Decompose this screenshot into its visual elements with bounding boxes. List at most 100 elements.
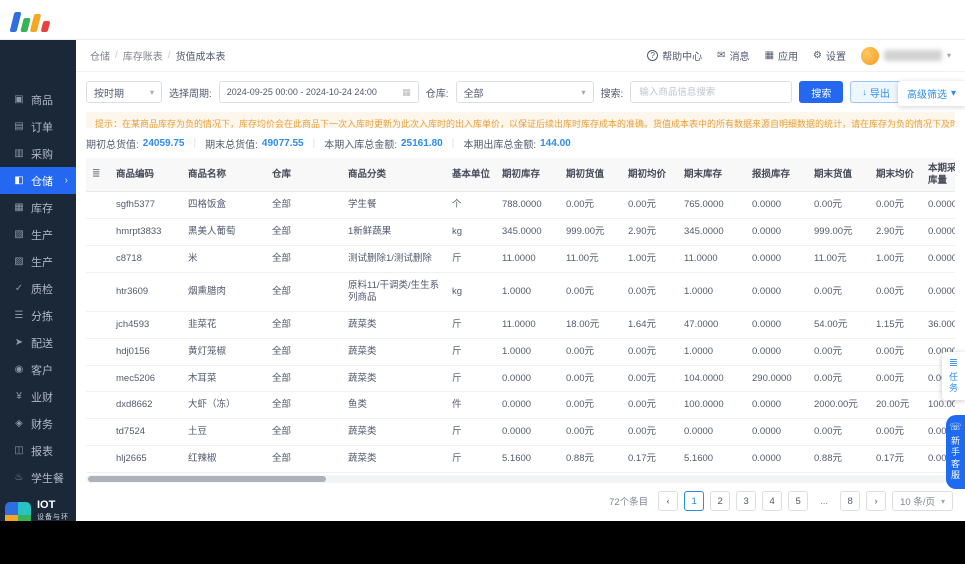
user-menu[interactable]: ▾: [860, 46, 951, 65]
sidebar-item-label: 仓储: [31, 175, 53, 188]
page-ellipsis[interactable]: ...: [814, 491, 834, 511]
prev-page-button[interactable]: ‹: [658, 491, 679, 511]
cell: 蔬菜类: [342, 365, 446, 393]
table-row[interactable]: jch4593 韭菜花 全部 蔬菜类斤 11.0000 18.00元 1.64元 47.000…: [86, 311, 955, 339]
table-row[interactable]: hlj2665 红辣椒 全部 蔬菜类斤 5.1600 0.88元 0.17元 5.1600 0.…: [86, 445, 955, 473]
customer-service-button[interactable]: ☏ 新手客服: [946, 415, 965, 489]
cell: 0.17元: [870, 445, 922, 473]
breadcrumb: 仓储 / 库存账表 / 货值成本表: [90, 48, 226, 63]
table-row[interactable]: hdj0156 黄灯笼椒 全部 蔬菜类斤 1.0000 0.00元 0.00元 1.0000 0…: [86, 338, 955, 366]
advanced-filter-label: 高级筛选: [906, 90, 947, 101]
row-leading-cell: [86, 445, 110, 473]
sidebar-item-warehouse[interactable]: ◧ 仓储 ›: [0, 167, 76, 194]
table-row[interactable]: htr3609 烟熏腊肉 全部 原料11/干调类/生生系列商品 kg 1.0000 0.00…: [86, 272, 955, 312]
cell: 1.00元: [622, 245, 678, 273]
next-page-button[interactable]: ›: [866, 491, 887, 511]
table-row[interactable]: c8718 米全部 测试删除1/测试删除斤 11.0000 11.00元 1.00元 11.…: [86, 245, 955, 273]
cell: 0.00元: [560, 365, 622, 393]
table-row[interactable]: hmrpt3833 黑美人葡萄 全部 1新鲜蔬果 kg 345.0000 999.00元 2.…: [86, 218, 955, 247]
cell: 全部: [266, 391, 342, 420]
settings-button[interactable]: ⚙ 设置: [813, 48, 846, 63]
cell: 0.0000: [746, 311, 808, 339]
sidebar-item-label: 采购: [31, 148, 53, 161]
cell: 个: [446, 191, 496, 220]
page-button-4[interactable]: 4: [762, 491, 783, 511]
table-row[interactable]: mec5206 木耳菜 全部 蔬菜类斤 0.0000 0.00元 0.00元 104.0000…: [86, 365, 955, 393]
cell: 345.0000: [496, 218, 560, 247]
cell: 0.00元: [808, 338, 870, 366]
sidebar-item-customers[interactable]: ◉ 客户: [0, 356, 76, 383]
advanced-filter-toggle[interactable]: 高级筛选 ▾: [897, 81, 965, 106]
chevron-down-icon: ▾: [950, 88, 956, 99]
cell: 韭菜花: [182, 311, 266, 339]
finance-icon: ◈: [15, 418, 23, 429]
cell: 全部: [266, 338, 342, 366]
cell: 黄灯笼椒: [182, 338, 266, 366]
cell: 0.0000: [678, 418, 746, 447]
cell: 11.00元: [560, 245, 622, 273]
cell: 全部: [266, 445, 342, 473]
page-button-1[interactable]: 1: [684, 491, 705, 511]
period-type-select[interactable]: 按时期 ▾: [86, 81, 162, 103]
cell: 0.17元: [622, 445, 678, 473]
column-settings[interactable]: ≣: [86, 157, 110, 193]
breadcrumb-item[interactable]: 货值成本表: [176, 48, 226, 63]
sidebar-item-orders[interactable]: ▤ 订单: [0, 113, 76, 140]
sidebar-item-student-meals[interactable]: ♨ 学生餐: [0, 464, 76, 491]
breadcrumb-item[interactable]: 仓储: [90, 48, 110, 63]
sidebar-item-finance[interactable]: ◈ 财务: [0, 410, 76, 437]
cell: 斤: [446, 418, 496, 447]
page-button-2[interactable]: 2: [710, 491, 731, 511]
sidebar-item-quality[interactable]: ✓ 质检: [0, 275, 76, 302]
page-size-select[interactable]: 10 条/页 ▾: [892, 491, 953, 511]
page-button-5[interactable]: 5: [788, 491, 809, 511]
search-button[interactable]: 搜索: [799, 81, 844, 103]
date-range-value: 2024-09-25 00:00 - 2024-10-24 24:00: [226, 87, 377, 97]
sidebar-item-production-1[interactable]: ▧ 生产: [0, 221, 76, 248]
sidebar: ▣ 商品 ▤ 订单 ▥ 采购 ◧ 仓储 › ▦ 库存 ▧ 生产 ▨ 生产 ✓ 质检 ☰ 分拣 ➤ 配送 ◉ 客户 ¥ 业财 ◈ 财务…: [0, 40, 76, 521]
scrollbar-thumb[interactable]: [88, 476, 326, 482]
summary-value: 25161.80: [401, 137, 443, 149]
table-row[interactable]: sgfh5377 四格饭盒 全部 学生餐个 788.0000 0.00元 0.00元 765.…: [86, 191, 955, 220]
action-label: 帮助中心: [662, 52, 703, 63]
breadcrumb-item[interactable]: 库存账表: [123, 48, 163, 63]
summary-value: 49077.55: [261, 137, 304, 149]
task-float-button[interactable]: ≣ 任务: [942, 352, 965, 400]
sidebar-item-label: 商品: [31, 94, 53, 107]
sidebar-item-delivery[interactable]: ➤ 配送: [0, 329, 76, 356]
sidebar-item-inventory[interactable]: ▦ 库存: [0, 194, 76, 221]
pagination: 72个条目 ‹ 1 2 3 4 5... 8 › 10 条/页 ▾: [76, 483, 965, 521]
main-content: 仓储 / 库存账表 / 货值成本表 ? 帮助中心 ✉ 消息 ▦ 应用 ⚙ 设置 ▾ 按时期 ▾ 选择周期…: [76, 40, 965, 521]
sidebar-item-goods[interactable]: ▣ 商品: [0, 86, 76, 113]
table-row[interactable]: td7524 土豆 全部 蔬菜类斤 0.0000 0.00元 0.00元 0.0000 0.00…: [86, 418, 955, 447]
calendar-icon: ▦: [402, 86, 411, 97]
warehouse-select[interactable]: 全部 ▾: [455, 81, 594, 103]
horizontal-scrollbar[interactable]: [86, 475, 955, 483]
cell: hlj2665: [110, 445, 182, 473]
settings-icon: ⚙: [813, 49, 822, 61]
cell: 0.00元: [622, 191, 678, 220]
cell: 四格饭盒: [182, 191, 266, 220]
sidebar-item-sorting[interactable]: ☰ 分拣: [0, 302, 76, 329]
export-button[interactable]: ↓ 导出: [850, 81, 902, 103]
apps-button[interactable]: ▦ 应用: [765, 48, 798, 63]
date-range-input[interactable]: 2024-09-25 00:00 - 2024-10-24 24:00 ▦: [218, 81, 419, 103]
messages-button[interactable]: ✉ 消息: [717, 48, 749, 63]
search-input[interactable]: [630, 81, 793, 103]
summary-divider: |: [451, 137, 455, 149]
cell: 0.0000: [922, 218, 955, 247]
page-button-8[interactable]: 8: [840, 491, 861, 511]
cell: 0.00元: [808, 418, 870, 447]
sidebar-item-business-finance[interactable]: ¥ 业财: [0, 383, 76, 410]
row-leading-cell: [86, 218, 110, 247]
layers-icon: ≣: [948, 357, 959, 369]
sidebar-item-production-2[interactable]: ▨ 生产: [0, 248, 76, 275]
page-button-3[interactable]: 3: [736, 491, 757, 511]
sidebar-item-purchase[interactable]: ▥ 采购: [0, 140, 76, 167]
sidebar-item-reports[interactable]: ◫ 报表: [0, 437, 76, 464]
top-actions: ? 帮助中心 ✉ 消息 ▦ 应用 ⚙ 设置 ▾: [647, 46, 951, 65]
column-settings-icon[interactable]: ≣: [92, 168, 100, 179]
help-center-button[interactable]: ? 帮助中心: [647, 48, 702, 63]
table-row[interactable]: dxd8662 大虾（冻） 全部 鱼类件 0.0000 0.00元 0.00元 100.000…: [86, 391, 955, 420]
sidebar-item-label: 学生餐: [31, 472, 64, 485]
